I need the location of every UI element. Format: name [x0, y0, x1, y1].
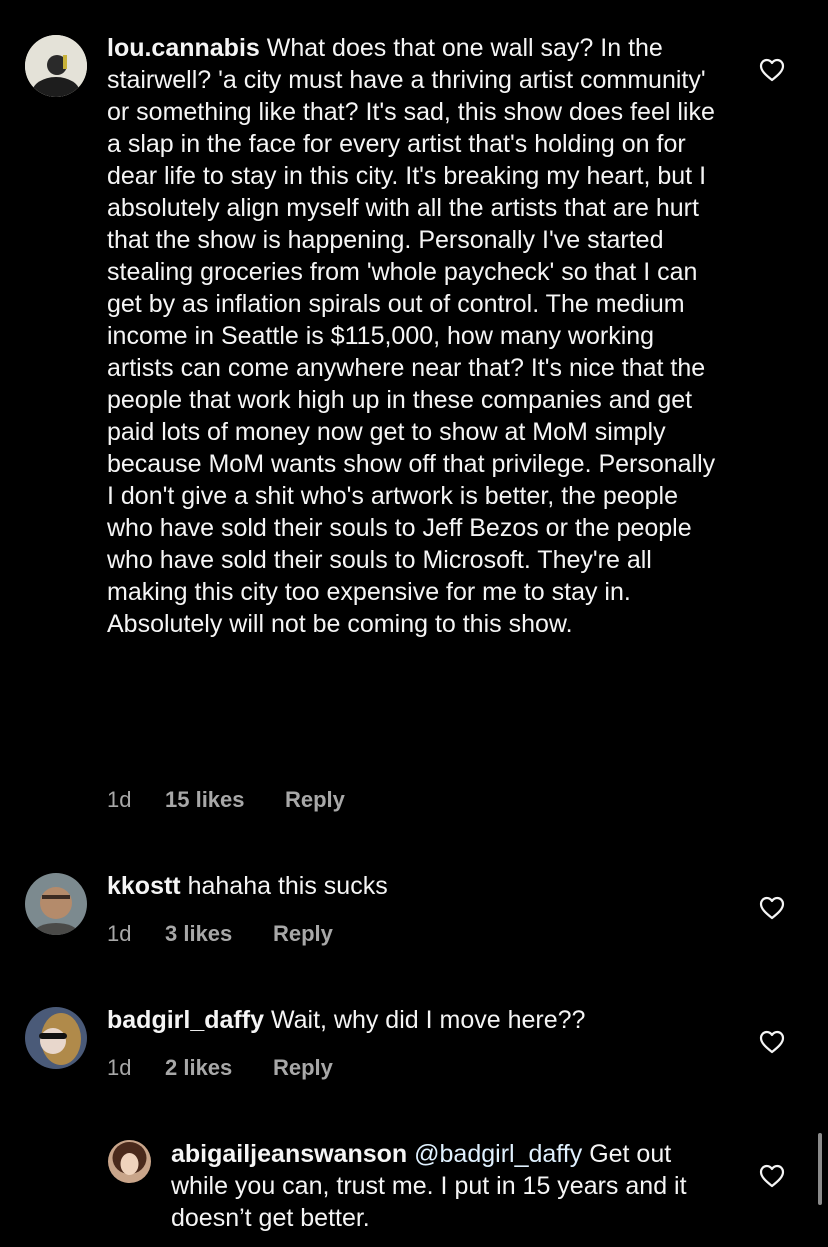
- reply-button[interactable]: Reply: [285, 786, 345, 814]
- comment-time: 1d: [107, 921, 132, 946]
- heart-outline-icon: [759, 896, 785, 920]
- mention-link[interactable]: @badgirl_daffy: [414, 1140, 582, 1168]
- comment-username[interactable]: badgirl_daffy: [107, 1006, 264, 1034]
- avatar-image: [25, 1007, 87, 1069]
- comment-likes[interactable]: 3 likes: [165, 920, 273, 948]
- heart-outline-icon: [759, 58, 785, 82]
- comment-likes[interactable]: 2 likes: [165, 1054, 273, 1082]
- like-button[interactable]: [759, 1030, 785, 1054]
- reply-button[interactable]: Reply: [273, 1054, 333, 1082]
- comment-likes[interactable]: 15 likes: [165, 786, 285, 814]
- reply-button[interactable]: Reply: [273, 920, 333, 948]
- comment-username[interactable]: lou.cannabis: [107, 34, 260, 62]
- like-button[interactable]: [759, 896, 785, 920]
- scrollbar[interactable]: [818, 1133, 822, 1205]
- comment-body: Wait, why did I move here??: [270, 1006, 586, 1034]
- comment-time: 1d: [107, 1055, 132, 1080]
- comment-meta: 1d 15 likes Reply: [107, 786, 345, 814]
- comment-body: hahaha this sucks: [187, 872, 388, 900]
- comment-meta: 1d 2 likes Reply: [107, 1054, 333, 1082]
- comment-body: What does that one wall say? In the stai…: [107, 34, 716, 638]
- avatar-image: [108, 1140, 151, 1183]
- comment-username[interactable]: kkostt: [107, 872, 181, 900]
- comment-time: 1d: [107, 787, 132, 812]
- comment-text: kkostt hahaha this sucks: [107, 870, 722, 902]
- comment-text: badgirl_daffy Wait, why did I move here?…: [107, 1004, 722, 1036]
- heart-outline-icon: [759, 1030, 785, 1054]
- avatar[interactable]: [25, 1007, 87, 1069]
- like-button[interactable]: [759, 1164, 785, 1188]
- like-button[interactable]: [759, 58, 785, 82]
- avatar[interactable]: [25, 873, 87, 935]
- comment-text: abigailjeanswanson @badgirl_daffy Get ou…: [171, 1138, 716, 1234]
- heart-outline-icon: [759, 1164, 785, 1188]
- avatar-image: [25, 35, 87, 97]
- comment-username[interactable]: abigailjeanswanson: [171, 1140, 407, 1168]
- comment-text: lou.cannabis What does that one wall say…: [107, 32, 722, 640]
- avatar[interactable]: [108, 1140, 151, 1183]
- avatar[interactable]: [25, 35, 87, 97]
- comment-meta: 1d 3 likes Reply: [107, 920, 333, 948]
- avatar-image: [25, 873, 87, 935]
